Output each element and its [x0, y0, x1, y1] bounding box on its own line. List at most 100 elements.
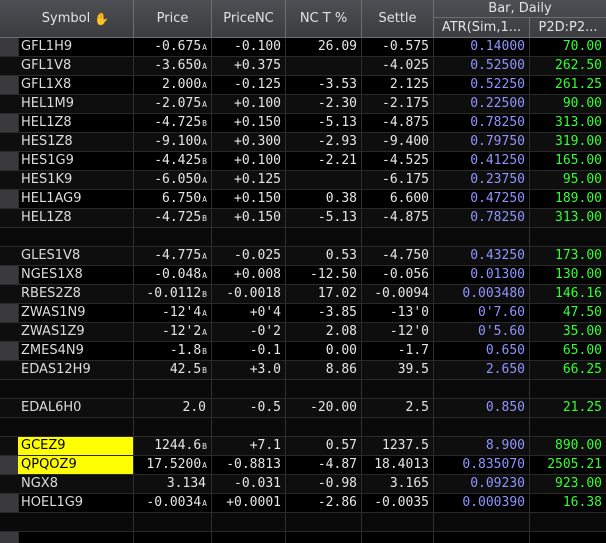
column-header-settle[interactable]: Settle — [362, 0, 434, 37]
pricenc-cell: +0.100 — [212, 152, 286, 170]
table-row[interactable]: ZWAS1Z9 -12'2A -0'2 2.08 -12'0 0'5.60 35.00 — [0, 323, 606, 342]
settle-cell: 6.600 — [362, 190, 434, 208]
nct-cell: -20.00 — [286, 399, 362, 417]
nct-cell: 0.53 — [286, 247, 362, 265]
p2d-cell: 923.00 — [555, 476, 602, 491]
blank-row — [0, 513, 606, 532]
table-row[interactable]: GLES1V8 -4.775A -0.025 0.53 -4.750 0.43250 173… — [0, 247, 606, 266]
atr-cell: 0.003480 — [434, 285, 530, 303]
symbol-cell[interactable]: GFL1X8 — [18, 76, 134, 94]
p2d-cell: 261.25 — [555, 77, 602, 92]
table-row[interactable]: NGES1X8 -0.048A +0.008 -12.50 -0.056 0.01300 1… — [0, 266, 606, 285]
p2d-cell: 35.00 — [562, 324, 602, 339]
symbol-cell[interactable]: QPQOZ9 — [18, 456, 134, 474]
column-header-nct[interactable]: NC T % — [286, 0, 362, 37]
symbol-cell[interactable]: GLES1V8 — [18, 247, 134, 265]
symbol-cell[interactable]: HES1K9 — [18, 171, 134, 189]
atr-cell: 0.79750 — [434, 133, 530, 151]
table-row[interactable]: HES1Z8 -9.100A +0.300 -2.93 -9.400 0.79750 319… — [0, 133, 606, 152]
symbol-cell[interactable]: GFL1V8 — [18, 57, 134, 75]
column-header-symbol[interactable]: Symbol ✋ — [18, 0, 134, 37]
nct-cell: 17.02 — [286, 285, 362, 303]
p2d-cell: 262.50 — [555, 58, 602, 73]
table-row[interactable]: GFL1X8 2.000A -0.125 -3.53 2.125 0.52250 261.2… — [0, 76, 606, 95]
symbol-cell[interactable]: HES1Z8 — [18, 133, 134, 151]
price-flag: B — [202, 157, 207, 166]
price-cell: 2.000A — [134, 76, 212, 94]
hand-pointer-icon: ✋ — [94, 11, 110, 26]
nct-cell: -2.86 — [286, 494, 362, 512]
settle-cell: -1.7 — [362, 342, 434, 360]
table-row[interactable]: HEL1Z8 -4.725B +0.150 -5.13 -4.875 0.78250 313… — [0, 114, 606, 133]
column-header-atr[interactable]: ATR(Sim,1... — [434, 18, 530, 37]
table-row[interactable]: ZWAS1N9 -12'4A +0'4 -3.85 -13'0 0'7.60 47.50 — [0, 304, 606, 323]
column-header-price[interactable]: Price — [134, 0, 212, 37]
column-divider — [361, 38, 362, 543]
price-value: -9.100 — [154, 134, 202, 149]
nct-cell: 2.08 — [286, 323, 362, 341]
settle-cell: -4.875 — [362, 114, 434, 132]
pricenc-cell: -0'2 — [212, 323, 286, 341]
symbol-cell[interactable]: EDAS12H9 — [18, 361, 134, 379]
price-cell: -4.775A — [134, 247, 212, 265]
table-row[interactable]: EDAL6H0 2.0 -0.5 -20.00 2.5 0.850 21.25 — [0, 399, 606, 418]
table-row[interactable]: GCEZ9 1244.6B +7.1 0.57 1237.5 8.900 890.00 — [0, 437, 606, 456]
table-row[interactable]: RBES2Z8 -0.0112B -0.0018 17.02 -0.0094 0.0034… — [0, 285, 606, 304]
p2d-cell: 2505.21 — [547, 457, 602, 472]
atr-cell: 0.01300 — [434, 266, 530, 284]
table-row[interactable]: HOEL1G9 -0.0034A +0.0001 -2.86 -0.0035 0.0003… — [0, 494, 606, 513]
pricenc-cell: +0'4 — [212, 304, 286, 322]
symbol-cell[interactable]: ZMES4N9 — [18, 342, 134, 360]
symbol-cell[interactable]: HEL1Z8 — [18, 114, 134, 132]
symbol-cell[interactable]: NGES1X8 — [18, 266, 134, 284]
settle-cell: -4.875 — [362, 209, 434, 227]
table-row[interactable]: QPQOZ9 17.5200A -0.8813 -4.87 18.4013 0.83507… — [0, 456, 606, 475]
symbol-cell[interactable]: ZWAS1N9 — [18, 304, 134, 322]
table-row[interactable]: HES1K9 -6.050A +0.125 -6.175 0.23750 95.00 — [0, 171, 606, 190]
pricenc-cell: -0.031 — [212, 475, 286, 493]
nct-cell: -0.98 — [286, 475, 362, 493]
table-row[interactable]: HEL1AG9 6.750A +0.150 0.38 6.600 0.47250 189.0… — [0, 190, 606, 209]
table-row[interactable]: EDAS12H9 42.5B +3.0 8.86 39.5 2.650 66.25 — [0, 361, 606, 380]
price-value: -0.0112 — [146, 286, 202, 301]
table-row[interactable]: NGX8 3.134 -0.031 -0.98 3.165 0.09230 923.00 — [0, 475, 606, 494]
table-row[interactable]: GFL1V8 -3.650A +0.375 -4.025 0.52500 262.50 — [0, 57, 606, 76]
price-flag: A — [202, 138, 207, 147]
settle-cell: 18.4013 — [362, 456, 434, 474]
pricenc-cell: +0.100 — [212, 95, 286, 113]
symbol-cell[interactable]: HEL1Z8 — [18, 209, 134, 227]
symbol-cell[interactable]: GFL1H9 — [18, 38, 134, 56]
p2d-cell: 130.00 — [555, 267, 602, 282]
column-divider — [133, 38, 134, 543]
symbol-cell[interactable]: NGX8 — [18, 475, 134, 493]
p2d-cell: 319.00 — [555, 134, 602, 149]
table-row[interactable]: HEL1Z8 -4.725B +0.150 -5.13 -4.875 0.78250 313… — [0, 209, 606, 228]
symbol-cell[interactable]: HEL1AG9 — [18, 190, 134, 208]
price-flag: A — [202, 43, 207, 52]
price-cell: 42.5B — [134, 361, 212, 379]
table-row[interactable]: HES1G9 -4.425B +0.100 -2.21 -4.525 0.41250 165… — [0, 152, 606, 171]
atr-cell: 0.650 — [434, 342, 530, 360]
table-row[interactable]: GFL1H9 -0.675A -0.100 26.09 -0.575 0.14000 70.… — [0, 38, 606, 57]
p2d-cell: 146.16 — [555, 286, 602, 301]
blank-row — [0, 418, 606, 437]
symbol-cell[interactable]: HES1G9 — [18, 152, 134, 170]
symbol-cell[interactable]: HEL1M9 — [18, 95, 134, 113]
column-header-p2d[interactable]: P2D:P2... — [530, 18, 606, 37]
price-cell: -0.048A — [134, 266, 212, 284]
symbol-cell[interactable]: HOEL1G9 — [18, 494, 134, 512]
price-value: -12'2 — [162, 324, 202, 339]
table-row[interactable]: HEL1M9 -2.075A +0.100 -2.30 -2.175 0.22500 90.… — [0, 95, 606, 114]
table-row[interactable]: ZMES4N9 -1.8B -0.1 0.00 -1.7 0.650 65.00 — [0, 342, 606, 361]
price-flag: A — [202, 271, 207, 280]
p2d-cell: 95.00 — [562, 172, 602, 187]
price-cell: 17.5200A — [134, 456, 212, 474]
symbol-cell[interactable]: ZWAS1Z9 — [18, 323, 134, 341]
symbol-cell[interactable]: EDAL6H0 — [18, 399, 134, 417]
price-value: -0.048 — [154, 267, 202, 282]
column-header-pricenc[interactable]: PriceNC — [212, 0, 286, 37]
price-cell: 2.0 — [134, 399, 212, 417]
price-cell: -0.0034A — [134, 494, 212, 512]
symbol-cell[interactable]: RBES2Z8 — [18, 285, 134, 303]
symbol-cell[interactable]: GCEZ9 — [18, 437, 134, 455]
